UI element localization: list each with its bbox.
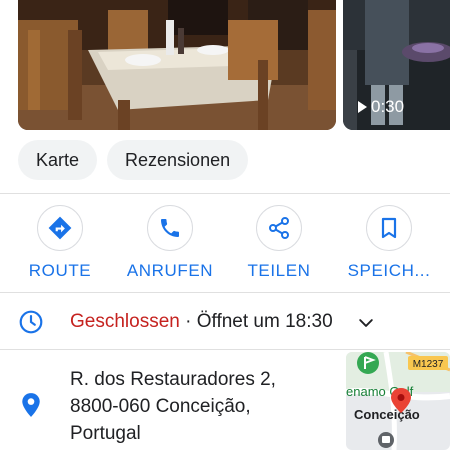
location-pin-icon xyxy=(22,393,40,417)
directions-icon xyxy=(48,216,72,240)
map-thumbnail[interactable]: M1237 enamo Golf Conceição xyxy=(346,352,450,450)
chevron-down-icon[interactable] xyxy=(356,313,376,333)
save-button[interactable]: SPEICH... xyxy=(329,205,449,281)
route-label: ROUTE xyxy=(28,261,92,280)
hours-separator: · xyxy=(179,311,197,332)
address-line-1: R. dos Restauradores 2, xyxy=(70,369,276,390)
hours-text: Geschlossen · Öffnet um 18:30 xyxy=(70,311,333,333)
clock-icon xyxy=(19,310,43,334)
call-label: ANRUFEN xyxy=(126,261,214,280)
map-place-label: Conceição xyxy=(354,407,420,422)
photo-carousel[interactable]: 0:30 xyxy=(0,0,450,132)
share-icon xyxy=(269,217,289,239)
address-block[interactable]: R. dos Restauradores 2, 8800-060 Conceiç… xyxy=(70,366,276,447)
chip-reviews[interactable]: Rezensionen xyxy=(107,140,249,180)
divider xyxy=(0,349,450,350)
share-button[interactable]: TEILEN xyxy=(219,205,339,281)
phone-icon xyxy=(161,219,179,237)
address-line-2: 8800-060 Conceição, xyxy=(70,396,251,417)
play-icon xyxy=(358,101,367,113)
chip-reviews-label: Rezensionen xyxy=(125,149,231,170)
route-button[interactable]: ROUTE xyxy=(0,205,120,281)
route-icon-circle xyxy=(37,205,83,251)
chip-row: Karte Rezensionen xyxy=(18,140,249,180)
address-line-3: Portugal xyxy=(70,423,141,444)
video-duration-text: 0:30 xyxy=(371,97,405,116)
save-icon-circle xyxy=(366,205,412,251)
video-duration: 0:30 xyxy=(358,97,404,117)
bookmark-icon xyxy=(381,217,397,239)
call-button[interactable]: ANRUFEN xyxy=(110,205,230,281)
opening-hours-row[interactable]: Geschlossen · Öffnet um 18:30 xyxy=(0,300,450,345)
opens-at: Öffnet um 18:30 xyxy=(196,311,333,332)
map-road-label: M1237 xyxy=(413,359,444,370)
divider xyxy=(0,292,450,293)
call-icon-circle xyxy=(147,205,193,251)
restaurant-photo[interactable] xyxy=(18,0,336,130)
share-label: TEILEN xyxy=(247,261,311,280)
save-label: SPEICH... xyxy=(347,261,431,280)
status-closed: Geschlossen xyxy=(70,311,180,332)
share-icon-circle xyxy=(256,205,302,251)
chip-menu-label: Karte xyxy=(36,149,80,170)
chip-menu[interactable]: Karte xyxy=(18,140,98,180)
divider xyxy=(0,193,450,194)
